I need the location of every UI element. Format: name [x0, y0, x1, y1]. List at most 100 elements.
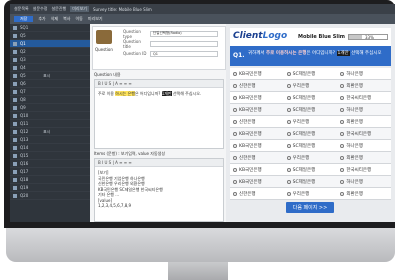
tree-item-q11[interactable]: Q11 — [10, 120, 90, 128]
items-text[interactable]: [보기] 국민은행 기업은행 하나은행 신한은행 우리은행 외환은행 KB국민은행 S… — [95, 167, 223, 212]
tree-item-q9[interactable]: Q9 — [10, 104, 90, 112]
radio-icon[interactable] — [286, 71, 291, 76]
option-choice[interactable]: SC제일은행 — [284, 104, 338, 115]
tree-item-q7[interactable]: Q7 — [10, 88, 90, 96]
option-choice[interactable]: 하나은행 — [337, 104, 391, 115]
tab-preview[interactable]: 미리보기 — [70, 6, 89, 12]
radio-icon[interactable] — [286, 95, 291, 100]
question-content-editor[interactable]: B I U S | A ≡ ≡ ≡ 주로 이용 하시는 은행은 어디입니까? 1… — [94, 79, 224, 149]
rich-text-toolbar[interactable]: B I U S | A ≡ ≡ ≡ — [95, 159, 223, 167]
radio-icon[interactable] — [233, 107, 237, 112]
option-choice[interactable]: KB국민은행 — [230, 104, 284, 115]
radio-icon[interactable] — [233, 167, 237, 172]
tree-item-q3[interactable]: Q3 — [10, 56, 90, 64]
question-id-input[interactable]: Q1 — [150, 50, 218, 57]
radio-icon[interactable] — [233, 155, 237, 160]
option-choice[interactable]: 한국씨티은행 — [337, 92, 391, 103]
tree-item-q1[interactable]: Q1 — [10, 40, 90, 48]
radio-icon[interactable] — [286, 191, 291, 196]
option-choice[interactable]: 외환은행 — [337, 80, 391, 91]
option-choice[interactable]: 한국씨티은행 — [337, 164, 391, 175]
option-choice[interactable]: 하나은행 — [337, 176, 391, 187]
option-choice[interactable]: 외환은행 — [337, 116, 391, 127]
radio-icon[interactable] — [286, 143, 291, 148]
option-choice[interactable]: SC제일은행 — [284, 128, 338, 139]
radio-icon[interactable] — [340, 191, 345, 196]
radio-icon[interactable] — [233, 191, 237, 196]
option-choice[interactable]: SC제일은행 — [284, 68, 338, 79]
items-editor[interactable]: B I U S | A ≡ ≡ ≡ [보기] 국민은행 기업은행 하나은행 신한은행… — [94, 158, 224, 222]
tree-item-q6[interactable]: Q6 — [10, 80, 90, 88]
tree-item-q4[interactable]: Q4 — [10, 64, 90, 72]
move-button[interactable]: 이동 — [76, 16, 83, 22]
radio-icon[interactable] — [233, 179, 237, 184]
radio-icon[interactable] — [233, 83, 237, 88]
tree-item-q10[interactable]: Q10 — [10, 112, 90, 120]
radio-icon[interactable] — [286, 131, 291, 136]
tree-item-q18[interactable]: Q18 — [10, 176, 90, 184]
radio-icon[interactable] — [233, 71, 237, 76]
rich-text-toolbar[interactable]: B I U S | A ≡ ≡ ≡ — [95, 80, 223, 88]
tree-item-q14[interactable]: Q14 — [10, 144, 90, 152]
question-title-input[interactable] — [150, 40, 218, 47]
radio-icon[interactable] — [286, 83, 291, 88]
option-choice[interactable]: 외환은행 — [337, 152, 391, 163]
radio-icon[interactable] — [286, 155, 291, 160]
option-choice[interactable]: 신한은행 — [230, 152, 284, 163]
option-choice[interactable]: KB국민은행 — [230, 92, 284, 103]
radio-icon[interactable] — [340, 179, 345, 184]
tab-survey-run[interactable]: 설문진행 — [51, 6, 66, 12]
tree-item-q20[interactable]: Q20 — [10, 192, 90, 200]
tree-item-q16[interactable]: Q16 — [10, 160, 90, 168]
option-choice[interactable]: 하나은행 — [337, 68, 391, 79]
radio-icon[interactable] — [340, 83, 345, 88]
option-choice[interactable]: 우리은행 — [284, 188, 338, 199]
tree-item-q15[interactable]: Q15 — [10, 152, 90, 160]
radio-icon[interactable] — [340, 119, 345, 124]
tab-survey-list[interactable]: 설문목록 — [14, 6, 29, 12]
radio-icon[interactable] — [340, 107, 345, 112]
tree-item-q5[interactable]: Q5 — [10, 32, 90, 40]
option-choice[interactable]: 신한은행 — [230, 116, 284, 127]
tree-item-q2[interactable]: Q2 — [10, 48, 90, 56]
radio-icon[interactable] — [340, 167, 345, 172]
option-choice[interactable]: 우리은행 — [284, 80, 338, 91]
radio-icon[interactable] — [286, 167, 291, 172]
option-choice[interactable]: SC제일은행 — [284, 140, 338, 151]
radio-icon[interactable] — [286, 107, 291, 112]
radio-icon[interactable] — [233, 131, 237, 136]
radio-icon[interactable] — [340, 131, 345, 136]
copy-button[interactable]: 복사 — [63, 16, 70, 22]
radio-icon[interactable] — [340, 71, 345, 76]
option-choice[interactable]: 한국씨티은행 — [337, 128, 391, 139]
radio-icon[interactable] — [233, 143, 237, 148]
radio-icon[interactable] — [340, 155, 345, 160]
option-choice[interactable]: SC제일은행 — [284, 176, 338, 187]
radio-icon[interactable] — [340, 143, 345, 148]
option-choice[interactable]: KB국민은행 — [230, 164, 284, 175]
option-choice[interactable]: 우리은행 — [284, 116, 338, 127]
option-choice[interactable]: KB국민은행 — [230, 68, 284, 79]
option-choice[interactable]: SC제일은행 — [284, 92, 338, 103]
preview-button[interactable]: 미리보기 — [88, 16, 103, 22]
option-choice[interactable]: 우리은행 — [284, 152, 338, 163]
radio-icon[interactable] — [340, 95, 345, 100]
tree-item-q8[interactable]: Q8 — [10, 96, 90, 104]
option-choice[interactable]: 신한은행 — [230, 188, 284, 199]
radio-icon[interactable] — [233, 119, 237, 124]
option-choice[interactable]: 하나은행 — [337, 140, 391, 151]
radio-icon[interactable] — [233, 95, 237, 100]
add-button[interactable]: 추가 — [38, 16, 45, 22]
next-page-button[interactable]: 다음 페이지 >> — [286, 202, 334, 213]
option-choice[interactable]: SC제일은행 — [284, 164, 338, 175]
option-choice[interactable]: KB국민은행 — [230, 128, 284, 139]
option-choice[interactable]: KB국민은행 — [230, 140, 284, 151]
delete-button[interactable]: 삭제 — [51, 16, 58, 22]
radio-icon[interactable] — [286, 179, 291, 184]
option-choice[interactable]: 신한은행 — [230, 80, 284, 91]
tab-survey-edit[interactable]: 설문수정 — [33, 6, 48, 12]
tree-item-q12[interactable]: Q12 표시 — [10, 128, 90, 136]
radio-icon[interactable] — [286, 119, 291, 124]
option-choice[interactable]: KB국민은행 — [230, 176, 284, 187]
tree-item-q17[interactable]: Q17 — [10, 168, 90, 176]
